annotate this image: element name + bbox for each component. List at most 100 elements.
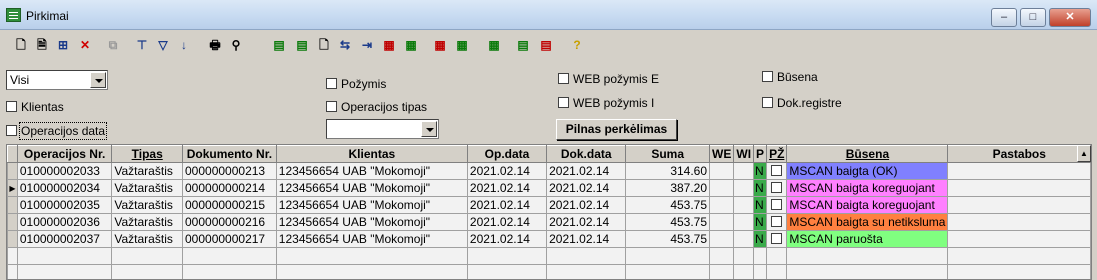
table-row[interactable]: 010000002033 Važtaraštis 000000000213 12345… bbox=[7, 162, 1091, 180]
cell-op-nr[interactable]: 010000002033 bbox=[16, 162, 113, 180]
stack-down-icon[interactable]: ▤ bbox=[514, 36, 532, 54]
full-transfer-button[interactable]: Pilnas perkėlimas bbox=[556, 119, 677, 140]
cell-op-data[interactable]: 2021.02.14 bbox=[466, 179, 548, 197]
cell-klientas[interactable]: 123456654 UAB "Mokomoji" bbox=[275, 179, 468, 197]
cell-tipas[interactable]: Važtaraštis bbox=[111, 196, 183, 214]
cell-tipas[interactable]: Važtaraštis bbox=[111, 230, 183, 248]
checkbox-box[interactable] bbox=[762, 97, 773, 108]
table-row[interactable]: 010000002035 Važtaraštis 000000000215 12345… bbox=[7, 196, 1091, 214]
cell-op-nr[interactable]: 010000002034 bbox=[16, 179, 113, 197]
cell-tipas[interactable]: Važtaraštis bbox=[111, 162, 183, 180]
cell-wi[interactable] bbox=[733, 162, 755, 180]
checkbox-box[interactable] bbox=[6, 101, 17, 112]
col-header-dok-nr[interactable]: Dokumento Nr. bbox=[182, 145, 277, 163]
stack-green-icon[interactable]: ▦ bbox=[453, 36, 471, 54]
dok-registre-checkbox[interactable]: Dok.registre bbox=[762, 96, 842, 110]
add-row-icon[interactable]: ⇥ bbox=[358, 36, 376, 54]
cell-op-nr[interactable]: 010000002035 bbox=[16, 196, 113, 214]
cell-busena[interactable]: MSCAN baigta (OK) bbox=[786, 162, 949, 180]
cell-klientas[interactable]: 123456654 UAB "Mokomoji" bbox=[275, 213, 468, 231]
cell-dok-nr[interactable]: 000000000215 bbox=[182, 196, 277, 214]
cell-wi[interactable] bbox=[733, 179, 755, 197]
cell-p[interactable]: N bbox=[753, 230, 768, 248]
cell-klientas[interactable]: 123456654 UAB "Mokomoji" bbox=[275, 162, 468, 180]
stack-add-icon[interactable]: ▦ bbox=[402, 36, 420, 54]
col-header-op-data[interactable]: Op.data bbox=[466, 145, 548, 163]
busena-checkbox[interactable]: Būsena bbox=[762, 70, 818, 84]
view-select[interactable]: Visi bbox=[6, 70, 108, 90]
filter-edit-icon[interactable]: ⊤ bbox=[133, 36, 151, 54]
cell-pastabos[interactable] bbox=[947, 196, 1091, 214]
operacijos-data-checkbox[interactable]: Operacijos data bbox=[6, 122, 108, 140]
cell-p[interactable]: N bbox=[753, 179, 768, 197]
cell-pz[interactable] bbox=[766, 162, 788, 180]
col-header-pz[interactable]: PŽ bbox=[766, 145, 788, 163]
pz-checkbox[interactable] bbox=[771, 182, 783, 193]
checkbox-box[interactable] bbox=[762, 71, 773, 82]
web-pozymis-e-checkbox[interactable]: WEB požymis E bbox=[558, 72, 659, 86]
purchases-grid[interactable]: Operacijos Nr. Tipas Dokumento Nr. Klien… bbox=[6, 144, 1092, 280]
cell-dok-data[interactable]: 2021.02.14 bbox=[546, 162, 627, 180]
cell-pastabos[interactable] bbox=[947, 230, 1091, 248]
cell-pz[interactable] bbox=[766, 179, 788, 197]
pz-checkbox[interactable] bbox=[771, 216, 783, 227]
web-pozymis-i-checkbox[interactable]: WEB požymis I bbox=[558, 96, 654, 110]
close-button[interactable]: ✕ bbox=[1049, 8, 1091, 27]
operacijos-tipas-checkbox[interactable]: Operacijos tipas bbox=[326, 100, 427, 114]
cell-p[interactable]: N bbox=[753, 213, 768, 231]
table-row[interactable]: 010000002036 Važtaraštis 000000000216 12345… bbox=[7, 213, 1091, 231]
table-row[interactable]: ▶ 010000002034 Važtaraštis 000000000214 1234… bbox=[7, 179, 1091, 197]
checkbox-box[interactable] bbox=[326, 78, 337, 89]
cell-dok-data[interactable]: 2021.02.14 bbox=[546, 213, 627, 231]
col-header-pastabos[interactable]: Pastabos bbox=[947, 145, 1091, 163]
tree-icon[interactable]: ⊞ bbox=[54, 36, 72, 54]
checkbox-box[interactable] bbox=[558, 97, 569, 108]
find-icon[interactable]: ⚲ bbox=[227, 36, 245, 54]
cell-we[interactable] bbox=[709, 196, 735, 214]
cell-wi[interactable] bbox=[733, 230, 755, 248]
col-header-p[interactable]: P bbox=[753, 145, 768, 163]
cell-we[interactable] bbox=[709, 230, 735, 248]
cell-busena[interactable]: MSCAN paruošta bbox=[786, 230, 949, 248]
cell-pz[interactable] bbox=[766, 213, 788, 231]
cell-pastabos[interactable] bbox=[947, 179, 1091, 197]
cell-busena[interactable]: MSCAN baigta su netiksluma bbox=[786, 213, 949, 231]
operacijos-tipas-select[interactable] bbox=[326, 119, 439, 139]
cell-p[interactable]: N bbox=[753, 196, 768, 214]
pozymis-checkbox[interactable]: Požymis bbox=[326, 77, 386, 91]
stack-up-icon[interactable]: ▦ bbox=[485, 36, 503, 54]
filter-icon[interactable]: ▽ bbox=[154, 36, 172, 54]
cell-dok-nr[interactable]: 000000000217 bbox=[182, 230, 277, 248]
cell-op-data[interactable]: 2021.02.14 bbox=[466, 230, 548, 248]
export-icon[interactable]: ▤ bbox=[293, 36, 311, 54]
cell-klientas[interactable]: 123456654 UAB "Mokomoji" bbox=[275, 230, 468, 248]
cell-op-data[interactable]: 2021.02.14 bbox=[466, 196, 548, 214]
col-header-busena[interactable]: Būsena bbox=[786, 145, 949, 163]
cell-suma[interactable]: 453.75 bbox=[625, 230, 711, 248]
print-icon[interactable]: 🖶 bbox=[206, 36, 224, 54]
chevron-down-icon[interactable] bbox=[421, 121, 437, 137]
cell-op-nr[interactable]: 010000002037 bbox=[16, 230, 113, 248]
cell-dok-nr[interactable]: 000000000216 bbox=[182, 213, 277, 231]
pz-checkbox[interactable] bbox=[771, 165, 783, 176]
cell-busena[interactable]: MSCAN baigta koreguojant bbox=[786, 179, 949, 197]
pz-checkbox[interactable] bbox=[771, 199, 783, 210]
stack-red-icon[interactable]: ▦ bbox=[431, 36, 449, 54]
cell-suma[interactable]: 453.75 bbox=[625, 196, 711, 214]
cell-dok-nr[interactable]: 000000000213 bbox=[182, 162, 277, 180]
maximize-button[interactable]: □ bbox=[1020, 8, 1046, 27]
cell-we[interactable] bbox=[709, 179, 735, 197]
cell-pz[interactable] bbox=[766, 196, 788, 214]
klientas-checkbox[interactable]: Klientas bbox=[6, 100, 64, 114]
cell-tipas[interactable]: Važtaraštis bbox=[111, 179, 183, 197]
col-header-klientas[interactable]: Klientas bbox=[275, 145, 468, 163]
help-icon[interactable]: ? bbox=[568, 36, 586, 54]
cell-pastabos[interactable] bbox=[947, 162, 1091, 180]
cell-dok-nr[interactable]: 000000000214 bbox=[182, 179, 277, 197]
col-header-tipas[interactable]: Tipas bbox=[111, 145, 183, 163]
cell-we[interactable] bbox=[709, 213, 735, 231]
checkbox-box[interactable] bbox=[326, 101, 337, 112]
cell-pz[interactable] bbox=[766, 230, 788, 248]
col-header-op-nr[interactable]: Operacijos Nr. bbox=[16, 145, 113, 163]
cell-wi[interactable] bbox=[733, 196, 755, 214]
